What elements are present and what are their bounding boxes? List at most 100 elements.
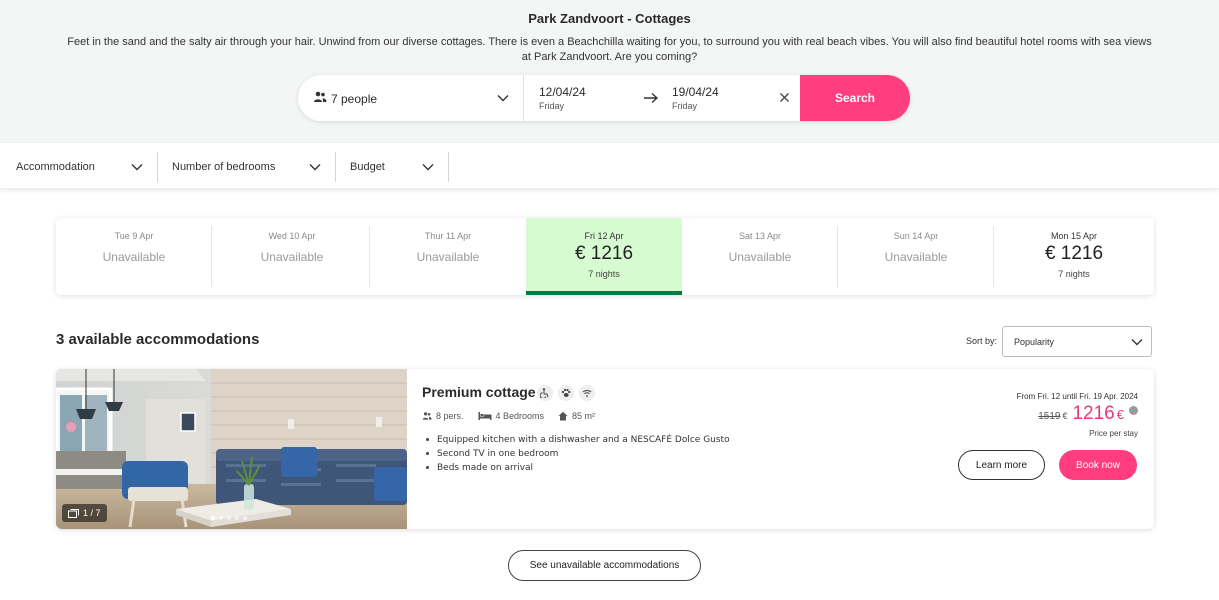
photo-pagination[interactable] xyxy=(211,516,247,520)
pagination-dot[interactable] xyxy=(219,516,223,520)
filter-label: Accommodation xyxy=(16,161,95,173)
list-item: Equipped kitchen with a dishwasher and a… xyxy=(426,435,730,445)
day-option-sun-14-apr[interactable]: Sun 14 Apr Unavailable xyxy=(838,218,994,295)
price-row: 1519 € 1216 € xyxy=(1038,403,1138,425)
selected-indicator xyxy=(526,291,682,295)
day-label: Tue 9 Apr xyxy=(114,231,154,241)
filter-bar: Accommodation Number of bedrooms Budget xyxy=(0,143,1219,189)
stay-period: From Fri. 12 until Fri. 19 Apr. 2024 xyxy=(1016,392,1138,401)
start-date-value: 12/04/24 xyxy=(539,85,586,99)
day-label: Fri 12 Apr xyxy=(584,231,624,241)
chevron-down-icon xyxy=(1131,339,1143,346)
day-price: € 1216 xyxy=(574,243,634,264)
page-description: Feet in the sand and the salty air throu… xyxy=(67,36,1152,63)
end-date[interactable]: 19/04/24 Friday xyxy=(672,85,719,111)
book-now-button[interactable]: Book now xyxy=(1059,450,1137,480)
day-nights: 7 nights xyxy=(1058,269,1090,279)
learn-more-button[interactable]: Learn more xyxy=(958,450,1045,480)
people-icon xyxy=(422,412,432,420)
wheelchair-icon xyxy=(537,385,553,401)
start-date[interactable]: 12/04/24 Friday xyxy=(539,85,586,111)
day-label: Sun 14 Apr xyxy=(893,231,939,241)
day-status: Unavailable xyxy=(260,250,324,264)
day-status: Unavailable xyxy=(416,250,480,264)
accommodation-name[interactable]: Premium cottage xyxy=(422,384,536,400)
living-room-photo xyxy=(56,369,407,529)
gallery-icon xyxy=(68,508,79,518)
day-label: Wed 10 Apr xyxy=(268,231,316,241)
photo-counter-text: 1 / 7 xyxy=(83,508,101,518)
day-status: Unavailable xyxy=(884,250,948,264)
list-item: Second TV in one bedroom xyxy=(426,447,730,461)
day-nights: 7 nights xyxy=(588,269,620,279)
search-button[interactable]: Search xyxy=(800,75,910,121)
day-option-tue-9-apr[interactable]: Tue 9 Apr Unavailable xyxy=(56,218,212,295)
sort-value: Popularity xyxy=(1014,337,1055,347)
results-count-title: 3 available accommodations xyxy=(56,331,260,348)
day-option-wed-10-apr[interactable]: Wed 10 Apr Unavailable xyxy=(214,218,370,295)
accommodation-photo[interactable]: 1 / 7 xyxy=(56,369,407,529)
day-option-thur-11-apr[interactable]: Thur 11 Apr Unavailable xyxy=(370,218,526,295)
info-icon[interactable] xyxy=(1129,406,1138,415)
arrival-date-strip: Tue 9 Apr Unavailable Wed 10 Apr Unavail… xyxy=(56,218,1154,295)
price-note: Price per stay xyxy=(1089,429,1138,438)
photo-counter: 1 / 7 xyxy=(62,504,107,522)
page-title: Park Zandvoort - Cottages xyxy=(528,11,691,26)
pagination-dot[interactable] xyxy=(235,516,239,520)
list-item: Beds made on arrival xyxy=(426,461,730,475)
filter-budget[interactable]: Budget xyxy=(336,152,449,182)
chevron-down-icon xyxy=(422,164,434,171)
day-option-mon-15-apr[interactable]: Mon 15 Apr € 1216 7 nights xyxy=(994,218,1154,295)
close-icon[interactable] xyxy=(779,92,790,103)
chevron-down-icon xyxy=(309,164,321,171)
pet-icon xyxy=(558,385,574,401)
bed-icon xyxy=(478,412,492,420)
pagination-dot[interactable] xyxy=(211,516,215,520)
spec-bedrooms-text: 4 Bedrooms xyxy=(495,411,545,421)
day-status: Unavailable xyxy=(728,250,792,264)
people-icon xyxy=(314,91,327,102)
spec-bedrooms: 4 Bedrooms xyxy=(478,411,545,421)
people-selector[interactable]: 7 people xyxy=(298,75,524,121)
day-option-sat-13-apr[interactable]: Sat 13 Apr Unavailable xyxy=(682,218,838,295)
feature-icons xyxy=(537,385,595,401)
spec-area: 85 m² xyxy=(558,411,595,421)
people-value: 7 people xyxy=(331,92,378,106)
filter-accommodation[interactable]: Accommodation xyxy=(0,152,158,182)
day-option-fri-12-apr[interactable]: Fri 12 Apr € 1216 7 nights xyxy=(526,218,682,295)
start-date-day: Friday xyxy=(539,101,565,111)
accommodation-specs: 8 pers. 4 Bedrooms 85 m² xyxy=(422,411,609,421)
date-range-picker[interactable]: 12/04/24 Friday 19/04/24 Friday xyxy=(525,75,800,121)
wifi-icon xyxy=(579,385,595,401)
chevron-down-icon xyxy=(131,164,143,171)
house-icon xyxy=(558,411,568,421)
end-date-day: Friday xyxy=(672,101,698,111)
day-label: Thur 11 Apr xyxy=(424,231,472,241)
pagination-dot[interactable] xyxy=(243,516,247,520)
day-price: € 1216 xyxy=(1044,243,1104,264)
feature-list: Equipped kitchen with a dishwasher and a… xyxy=(426,433,730,475)
pagination-dot[interactable] xyxy=(227,516,231,520)
discount-currency: € xyxy=(1116,407,1124,422)
sort-label: Sort by: xyxy=(966,336,998,346)
discount-price: 1216 xyxy=(1072,403,1115,424)
chevron-down-icon xyxy=(497,95,509,102)
accommodation-card: 1 / 7 Premium cottage 8 pers. 4 Bedrooms xyxy=(56,369,1154,529)
sort-dropdown[interactable]: Popularity xyxy=(1002,326,1152,357)
divider xyxy=(211,226,212,287)
original-price: 1519 xyxy=(1038,411,1061,422)
original-currency: € xyxy=(1062,411,1068,421)
arrow-right-icon xyxy=(644,92,659,104)
spec-persons: 8 pers. xyxy=(422,411,464,421)
end-date-value: 19/04/24 xyxy=(672,85,719,99)
day-label: Mon 15 Apr xyxy=(1050,231,1098,241)
spec-area-text: 85 m² xyxy=(572,411,596,421)
day-label: Sat 13 Apr xyxy=(738,231,782,241)
see-unavailable-button[interactable]: See unavailable accommodations xyxy=(508,550,701,581)
filter-label: Budget xyxy=(350,161,385,173)
spec-persons-text: 8 pers. xyxy=(436,411,464,421)
hero-section: Park Zandvoort - Cottages Feet in the sa… xyxy=(0,0,1219,143)
filter-bedrooms[interactable]: Number of bedrooms xyxy=(158,152,336,182)
day-status: Unavailable xyxy=(102,250,166,264)
search-bar: 7 people 12/04/24 Friday 19/04/24 Friday… xyxy=(298,75,910,121)
